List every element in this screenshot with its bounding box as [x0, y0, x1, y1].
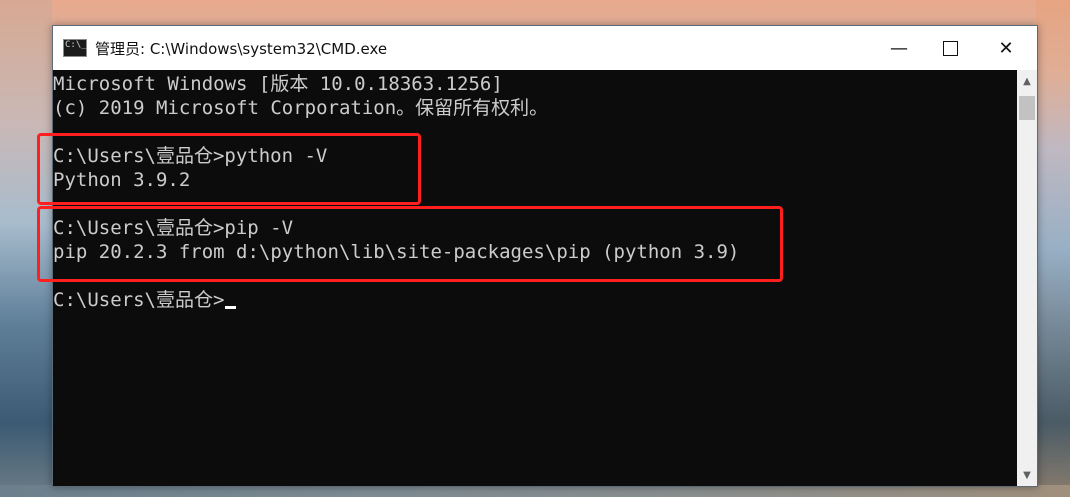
console-line: (c) 2019 Microsoft Corporation。保留所有权利。: [53, 97, 549, 119]
highlight-box-pip-version: [37, 206, 783, 282]
text-cursor: [225, 306, 237, 309]
window-controls: — ✕: [876, 26, 1037, 70]
cmd-app-icon[interactable]: [63, 39, 87, 57]
close-icon: ✕: [998, 37, 1014, 59]
maximize-icon: [942, 40, 958, 56]
maximize-button[interactable]: [927, 26, 973, 70]
vertical-scrollbar[interactable]: ▲ ▼: [1017, 70, 1037, 486]
scroll-up-icon[interactable]: ▲: [1017, 70, 1037, 92]
window-title: 管理员: C:\Windows\system32\CMD.exe: [95, 39, 388, 58]
title-bar[interactable]: 管理员: C:\Windows\system32\CMD.exe — ✕: [53, 26, 1037, 70]
prompt-text: C:\Users\壹品仓>: [53, 289, 225, 311]
console-output[interactable]: Microsoft Windows [版本 10.0.18363.1256] (…: [37, 70, 1017, 486]
scroll-thumb[interactable]: [1019, 96, 1035, 120]
minimize-button[interactable]: —: [876, 26, 922, 70]
cmd-window: 管理员: C:\Windows\system32\CMD.exe — ✕ Mic…: [37, 25, 1038, 487]
highlight-box-python-version: [37, 133, 421, 205]
minimize-icon: —: [890, 37, 908, 59]
console-line: Microsoft Windows [版本 10.0.18363.1256]: [53, 73, 503, 95]
close-button[interactable]: ✕: [983, 26, 1029, 70]
prompt-line: C:\Users\壹品仓>: [53, 288, 237, 312]
desktop-background-right: [1036, 0, 1070, 497]
scroll-down-icon[interactable]: ▼: [1017, 464, 1037, 486]
